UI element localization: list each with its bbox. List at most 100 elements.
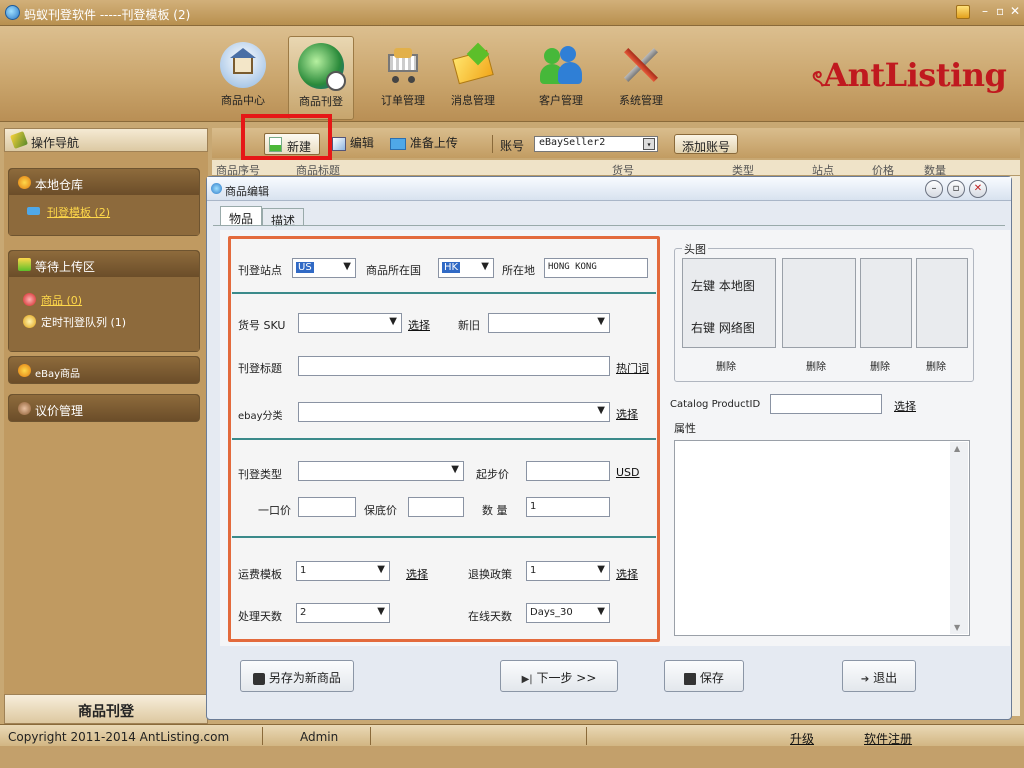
copyright-text: Copyright 2011-2014 AntListing.com: [8, 730, 230, 744]
reserve-label: 保底价: [364, 504, 397, 517]
register-link[interactable]: 软件注册: [864, 730, 912, 747]
close-icon[interactable]: ✕: [1010, 4, 1020, 18]
reserve-input[interactable]: [408, 497, 464, 517]
return-value: 1: [530, 565, 537, 576]
location-input[interactable]: HONG KONG: [544, 258, 648, 278]
title-input[interactable]: [298, 356, 610, 376]
envelope-icon: [450, 42, 496, 88]
minimize-icon[interactable]: –: [982, 4, 988, 18]
duration-select[interactable]: Days_30 ▼: [526, 603, 610, 623]
nav-product-center[interactable]: 商品中心: [210, 36, 276, 120]
handling-select[interactable]: 2 ▼: [296, 603, 390, 623]
sidebar-group-bargain[interactable]: 议价管理: [8, 394, 200, 422]
group-header[interactable]: 本地仓库: [9, 169, 199, 195]
nav-customers[interactable]: 客户管理: [528, 36, 594, 120]
upload-icon: [18, 258, 31, 271]
buynow-input[interactable]: [298, 497, 356, 517]
close-icon[interactable]: ✕: [969, 180, 987, 198]
maximize-icon[interactable]: ▫: [996, 4, 1004, 18]
return-choose-link[interactable]: 选择: [616, 566, 638, 582]
country-value: HK: [442, 262, 461, 273]
attributes-label: 属性: [674, 422, 696, 435]
nav-system[interactable]: 系统管理: [608, 36, 674, 120]
floppy-icon: [684, 672, 697, 685]
prepare-upload-button[interactable]: 准备上传: [390, 134, 458, 154]
group-title: eBay商品: [35, 369, 81, 380]
condition-select[interactable]: ▼: [488, 313, 610, 333]
tab-description[interactable]: 描述: [262, 208, 305, 228]
dialog-icon: [211, 183, 222, 194]
sku-choose-link[interactable]: 选择: [408, 317, 430, 333]
tab-item[interactable]: 物品: [220, 206, 263, 226]
sidebar-item-products[interactable]: 商品 (0): [9, 287, 199, 309]
country-select[interactable]: HK ▼: [438, 258, 494, 278]
sku-select[interactable]: ▼: [298, 313, 402, 333]
attributes-box[interactable]: [674, 440, 970, 636]
minimize-icon[interactable]: –: [925, 180, 943, 198]
app-icon: [5, 5, 20, 20]
delete-image-button[interactable]: 删除: [870, 358, 890, 373]
image-slot[interactable]: [860, 258, 912, 348]
group-header[interactable]: 等待上传区: [9, 251, 199, 277]
image-slot[interactable]: [782, 258, 856, 348]
start-price-input[interactable]: [526, 461, 610, 481]
nav-messages[interactable]: 消息管理: [440, 36, 506, 120]
skin-icon[interactable]: [956, 5, 970, 19]
currency-link[interactable]: USD: [616, 466, 640, 479]
window-title: 蚂蚁刊登软件 -----刊登模板 (2): [24, 8, 191, 22]
delete-image-button[interactable]: 删除: [716, 358, 736, 373]
image-slot[interactable]: [916, 258, 968, 348]
nav-listing[interactable]: 商品刊登: [288, 36, 354, 120]
sidebar-item-schedule[interactable]: 定时刊登队列 (1): [9, 309, 199, 331]
listing-type-select[interactable]: ▼: [298, 461, 464, 481]
group-header[interactable]: 议价管理: [9, 395, 199, 421]
category-choose-link[interactable]: 选择: [616, 406, 638, 422]
sidebar-group-ebay[interactable]: eBay商品: [8, 356, 200, 384]
maximize-icon[interactable]: ▫: [947, 180, 965, 198]
group-header[interactable]: eBay商品: [9, 357, 199, 383]
chevron-down-icon: ▼: [451, 464, 459, 475]
catalog-choose-link[interactable]: 选择: [894, 398, 916, 414]
shipping-select[interactable]: 1 ▼: [296, 561, 390, 581]
save-button[interactable]: 保存: [664, 660, 744, 692]
shipping-label: 运费模板: [238, 568, 282, 581]
group-title: 等待上传区: [35, 260, 96, 274]
delete-image-button[interactable]: 删除: [926, 358, 946, 373]
category-select[interactable]: ▼: [298, 402, 610, 422]
hotword-link[interactable]: 热门词: [616, 360, 649, 376]
chevron-down-icon[interactable]: ▾: [643, 138, 655, 150]
group-title: 议价管理: [35, 404, 84, 418]
edit-button[interactable]: 编辑: [332, 134, 374, 154]
quantity-input[interactable]: 1: [526, 497, 610, 517]
delete-image-button[interactable]: 删除: [806, 358, 826, 373]
sidebar-footer: 商品刊登: [4, 694, 208, 724]
group-title: 本地仓库: [35, 178, 84, 192]
account-select[interactable]: eBaySeller2 ▾: [534, 136, 658, 152]
attributes-scrollbar[interactable]: ▲ ▼: [950, 442, 968, 634]
save-as-new-button[interactable]: 另存为新商品: [240, 660, 354, 692]
nav-orders[interactable]: 订单管理: [370, 36, 436, 120]
quantity-label: 数 量: [482, 504, 508, 517]
upload-tray-icon: [390, 137, 406, 150]
scroll-down-icon[interactable]: ▼: [954, 623, 960, 632]
main-image-slot[interactable]: 左键 本地图 右键 网络图: [682, 258, 776, 348]
sidebar-item-templates[interactable]: 刊登模板 (2): [9, 199, 199, 221]
exit-button[interactable]: ➔ 退出: [842, 660, 916, 692]
add-account-button[interactable]: 添加账号: [674, 134, 738, 154]
clock-icon: [23, 315, 36, 328]
site-select[interactable]: US ▼: [292, 258, 356, 278]
account-value: eBaySeller2: [539, 137, 606, 148]
prepare-button-label: 准备上传: [409, 136, 458, 150]
sidebar-title: 操作导航: [31, 136, 80, 150]
start-price-label: 起步价: [476, 468, 509, 481]
dialog-title: 商品编辑: [225, 185, 269, 198]
catalog-label: Catalog ProductID: [670, 399, 761, 410]
return-select[interactable]: 1 ▼: [526, 561, 610, 581]
status-divider: [370, 727, 371, 745]
upgrade-link[interactable]: 升级: [790, 730, 814, 747]
current-user: Admin: [300, 730, 339, 744]
next-step-button[interactable]: ▶| 下一步 >>: [500, 660, 618, 692]
shipping-choose-link[interactable]: 选择: [406, 566, 428, 582]
catalog-input[interactable]: [770, 394, 882, 414]
scroll-up-icon[interactable]: ▲: [954, 444, 960, 453]
